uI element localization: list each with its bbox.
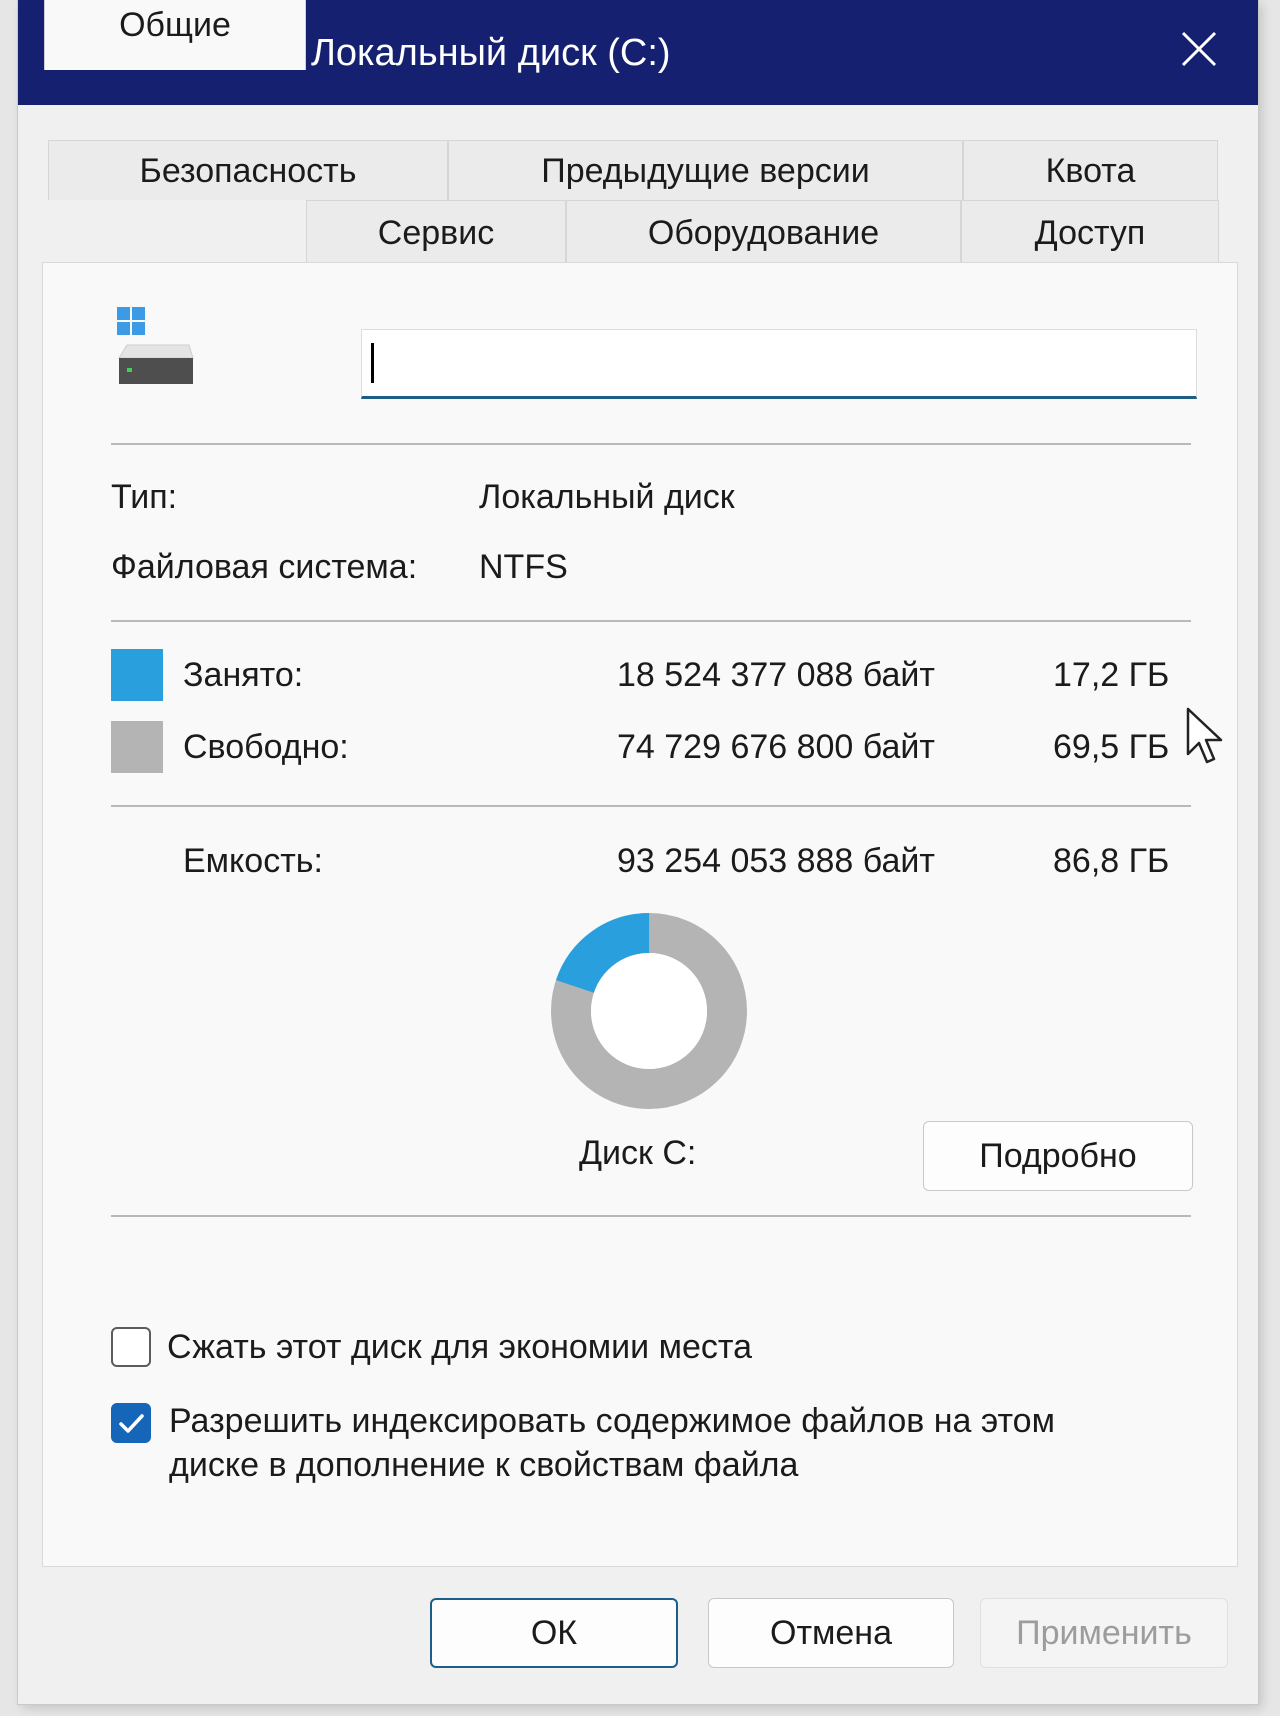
tab-quota[interactable]: Квота (963, 140, 1218, 200)
filesystem-value: NTFS (479, 548, 568, 586)
close-icon[interactable] (1178, 28, 1220, 70)
filesystem-label: Файловая система: (111, 548, 418, 586)
used-space-swatch (111, 649, 163, 701)
compress-checkbox[interactable] (111, 1327, 151, 1367)
tab-general[interactable]: Общие (44, 0, 306, 70)
divider-top (111, 443, 1191, 445)
free-label: Свободно: (183, 728, 349, 766)
cancel-button[interactable]: Отмена (708, 1598, 954, 1668)
checkmark-icon (119, 1414, 144, 1433)
capacity-bytes: 93 254 053 888 байт (617, 842, 935, 880)
tab-previous-versions-label: Предыдущие версии (541, 152, 870, 190)
ok-button[interactable]: ОК (430, 1598, 678, 1668)
free-size: 69,5 ГБ (1053, 728, 1170, 766)
divider-capacity (111, 805, 1191, 807)
index-label-line2[interactable]: диске в дополнение к свойствам файла (169, 1445, 798, 1485)
capacity-size: 86,8 ГБ (1053, 842, 1170, 880)
drive-icon (117, 307, 194, 384)
free-bytes: 74 729 676 800 байт (617, 728, 935, 766)
index-label-line1[interactable]: Разрешить индексировать содержимое файло… (169, 1401, 1055, 1441)
used-size: 17,2 ГБ (1053, 656, 1170, 694)
volume-label-input[interactable] (361, 329, 1197, 399)
tab-sharing[interactable]: Доступ (961, 200, 1219, 264)
text-caret (371, 343, 374, 383)
used-label: Занято: (183, 656, 304, 694)
tab-hardware-label: Оборудование (647, 214, 880, 252)
capacity-label: Емкость: (183, 842, 323, 880)
tab-sharing-label: Доступ (1034, 214, 1146, 252)
tab-service-label: Сервис (377, 214, 495, 252)
type-label: Тип: (111, 478, 178, 516)
tab-general-label: Общие (119, 6, 231, 44)
apply-button[interactable]: Применить (980, 1598, 1228, 1668)
disk-usage-donut (551, 912, 747, 1109)
free-space-swatch (111, 721, 163, 773)
tab-hardware[interactable]: Оборудование (566, 200, 961, 264)
donut-center (591, 953, 707, 1069)
compress-label[interactable]: Сжать этот диск для экономии места (167, 1327, 752, 1367)
used-bytes: 18 524 377 088 байт (617, 656, 935, 694)
tab-quota-label: Квота (1045, 152, 1136, 190)
tab-security-label: Безопасность (139, 152, 357, 190)
type-value: Локальный диск (479, 478, 735, 516)
disk-properties-window: Свойства: Локальный диск (C:) Безопаснос… (18, 0, 1258, 1704)
tab-security[interactable]: Безопасность (48, 140, 448, 200)
disk-label: Диск C: (579, 1134, 697, 1172)
mouse-cursor-icon (1186, 707, 1223, 764)
tab-service[interactable]: Сервис (306, 200, 566, 264)
tab-previous-versions[interactable]: Предыдущие версии (448, 140, 963, 200)
divider-bottom (111, 1215, 1191, 1217)
general-tab-panel: Тип: Локальный диск Файловая система: NT… (42, 262, 1238, 1567)
details-button[interactable]: Подробно (923, 1121, 1193, 1191)
index-checkbox[interactable] (111, 1403, 151, 1443)
divider-middle (111, 620, 1191, 622)
